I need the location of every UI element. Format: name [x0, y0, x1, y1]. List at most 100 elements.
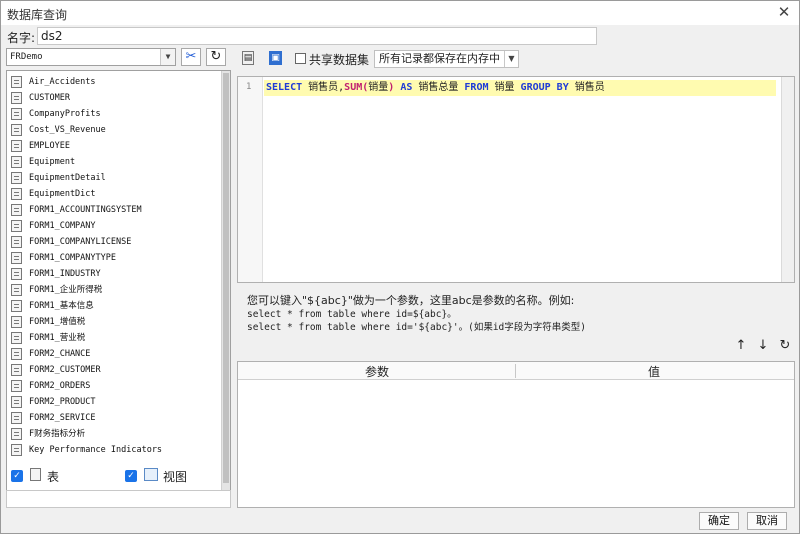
chevron-down-icon[interactable]: ▼ — [504, 51, 518, 67]
close-icon[interactable]: ✕ — [775, 3, 793, 21]
table-name: FORM2_ORDERS — [29, 381, 91, 391]
view-filter-label: 视图 — [163, 470, 188, 484]
refresh-icon: ↻ — [210, 49, 222, 64]
table-name: FORM2_CUSTOMER — [29, 365, 101, 375]
editor-scrollbar[interactable] — [781, 77, 794, 282]
table-name: FORM1_COMPANY — [29, 221, 96, 231]
table-list-scrollbar[interactable] — [221, 71, 230, 503]
table-name: FORM1_企业所得税 — [29, 285, 103, 295]
table-icon — [11, 444, 22, 456]
table-icon — [11, 204, 22, 216]
table-name: FORM1_COMPANYLICENSE — [29, 237, 132, 247]
table-name: FORM1_增值税 — [29, 317, 86, 327]
table-name: Key Performance Indicators — [29, 445, 163, 455]
table-icon — [11, 332, 22, 344]
memory-mode-select[interactable]: 所有记录都保存在内存中 ▼ — [374, 50, 519, 68]
table-filter-checkbox[interactable]: ✓ — [11, 470, 23, 482]
sql-keyword: FROM — [464, 82, 489, 93]
table-icon — [11, 92, 22, 104]
preview-icon[interactable]: ▤ — [242, 51, 254, 65]
param-hint-line1: 您可以键入"${abc}"做为一个参数，这里abc是参数的名称。例如: — [247, 294, 575, 307]
table-name: F财务指标分析 — [29, 429, 86, 439]
table-name: EquipmentDict — [29, 189, 96, 199]
scrollbar-thumb[interactable] — [223, 73, 229, 483]
table-name: CUSTOMER — [29, 93, 70, 103]
table-icon — [11, 188, 22, 200]
table-browser-panel: FRDemo ▼ ✂ ↻ Air_Accidents CUSTOMER Compan… — [6, 48, 231, 508]
sql-editor[interactable]: 1 SELECT 销售员,SUM(销量) AS 销售总量 FROM 销量 GRO… — [237, 76, 795, 283]
share-dataset-label: 共享数据集 — [309, 53, 370, 67]
table-icon — [11, 236, 22, 248]
arrow-down-icon: ↓ — [757, 338, 769, 353]
share-dataset-checkbox[interactable] — [295, 53, 306, 64]
window-title: 数据库查询 — [7, 8, 68, 22]
table-icon — [11, 140, 22, 152]
table-name: FORM2_CHANCE — [29, 349, 91, 359]
dialog-window: 数据库查询 ✕ 名字: FRDemo ▼ ✂ ↻ Air_Accidents CU… — [0, 0, 800, 534]
sql-text: 销量 — [488, 82, 521, 93]
sql-keyword: GROUP BY — [520, 82, 569, 93]
table-icon — [11, 220, 22, 232]
connection-settings-button[interactable]: ✂ — [181, 48, 201, 66]
tools-icon: ✂ — [185, 49, 197, 64]
sql-text: 销售总量 — [412, 82, 465, 93]
table-name: FORM1_COMPANYTYPE — [29, 253, 116, 263]
table-icon — [11, 316, 22, 328]
sql-text: 销售员 — [568, 82, 605, 93]
table-icon — [11, 348, 22, 360]
query-panel: ▤ ▣ 共享数据集 所有记录都保存在内存中 ▼ 1 SELECT 销售员,SUM… — [237, 48, 795, 508]
table-icon — [11, 108, 22, 120]
table-name: FORM2_PRODUCT — [29, 397, 96, 407]
column-divider — [515, 364, 516, 378]
ok-button[interactable]: 确定 — [699, 512, 739, 530]
table-list[interactable]: Air_Accidents CUSTOMER CompanyProfits Cost_… — [6, 70, 231, 504]
cancel-button[interactable]: 取消 — [747, 512, 787, 530]
arrow-up-icon: ↑ — [735, 338, 747, 353]
column-header-param[interactable]: 参数 — [365, 363, 389, 380]
sql-keyword: SELECT — [266, 82, 303, 93]
table-name: Equipment — [29, 157, 76, 167]
table-name: FORM1_INDUSTRY — [29, 269, 101, 279]
view-filter-checkbox[interactable]: ✓ — [125, 470, 137, 482]
table-search-input[interactable] — [6, 490, 231, 508]
parameter-table-header: 参数 值 — [238, 362, 794, 380]
table-icon — [11, 364, 22, 376]
parameter-table[interactable]: 参数 值 — [237, 361, 795, 508]
datasource-value: FRDemo — [10, 52, 43, 62]
save-icon[interactable]: ▣ — [269, 51, 282, 65]
table-name: FORM2_SERVICE — [29, 413, 96, 423]
name-input[interactable] — [37, 27, 597, 45]
param-hint-line2: select * from table where id=${abc}。 — [247, 309, 457, 320]
line-number: 1 — [246, 82, 252, 92]
refresh-icon: ↻ — [779, 338, 791, 353]
table-name: FORM1_基本信息 — [29, 301, 94, 311]
column-header-value[interactable]: 值 — [648, 363, 660, 380]
filter-row: ✓ 表 ✓ 视图 — [6, 466, 231, 484]
sql-function: SUM — [344, 82, 363, 93]
sql-code-line[interactable]: SELECT 销售员,SUM(销量) AS 销售总量 FROM 销量 GROUP… — [264, 80, 776, 96]
refresh-tables-button[interactable]: ↻ — [206, 48, 226, 66]
sql-text: 销售员, — [302, 82, 345, 93]
table-icon — [11, 284, 22, 296]
move-up-button[interactable]: ↑ — [733, 338, 749, 354]
view-icon — [144, 468, 158, 481]
param-hint-line3: select * from table where id='${abc}'。(如… — [247, 322, 586, 333]
table-icon — [11, 172, 22, 184]
table-icon — [11, 380, 22, 392]
table-name: FORM1_营业税 — [29, 333, 86, 343]
refresh-params-button[interactable]: ↻ — [777, 338, 793, 354]
move-down-button[interactable]: ↓ — [755, 338, 771, 354]
table-icon — [11, 268, 22, 280]
memory-mode-value: 所有记录都保存在内存中 — [379, 52, 500, 65]
table-icon — [30, 468, 41, 481]
table-icon — [11, 428, 22, 440]
table-icon — [11, 156, 22, 168]
datasource-select[interactable]: FRDemo ▼ — [6, 48, 176, 66]
title-bar: 数据库查询 ✕ — [1, 1, 799, 25]
table-name: CompanyProfits — [29, 109, 101, 119]
table-icon — [11, 300, 22, 312]
table-filter-label: 表 — [47, 470, 60, 484]
chevron-down-icon[interactable]: ▼ — [160, 49, 175, 65]
table-name: FORM1_ACCOUNTINGSYSTEM — [29, 205, 142, 215]
table-name: EquipmentDetail — [29, 173, 106, 183]
